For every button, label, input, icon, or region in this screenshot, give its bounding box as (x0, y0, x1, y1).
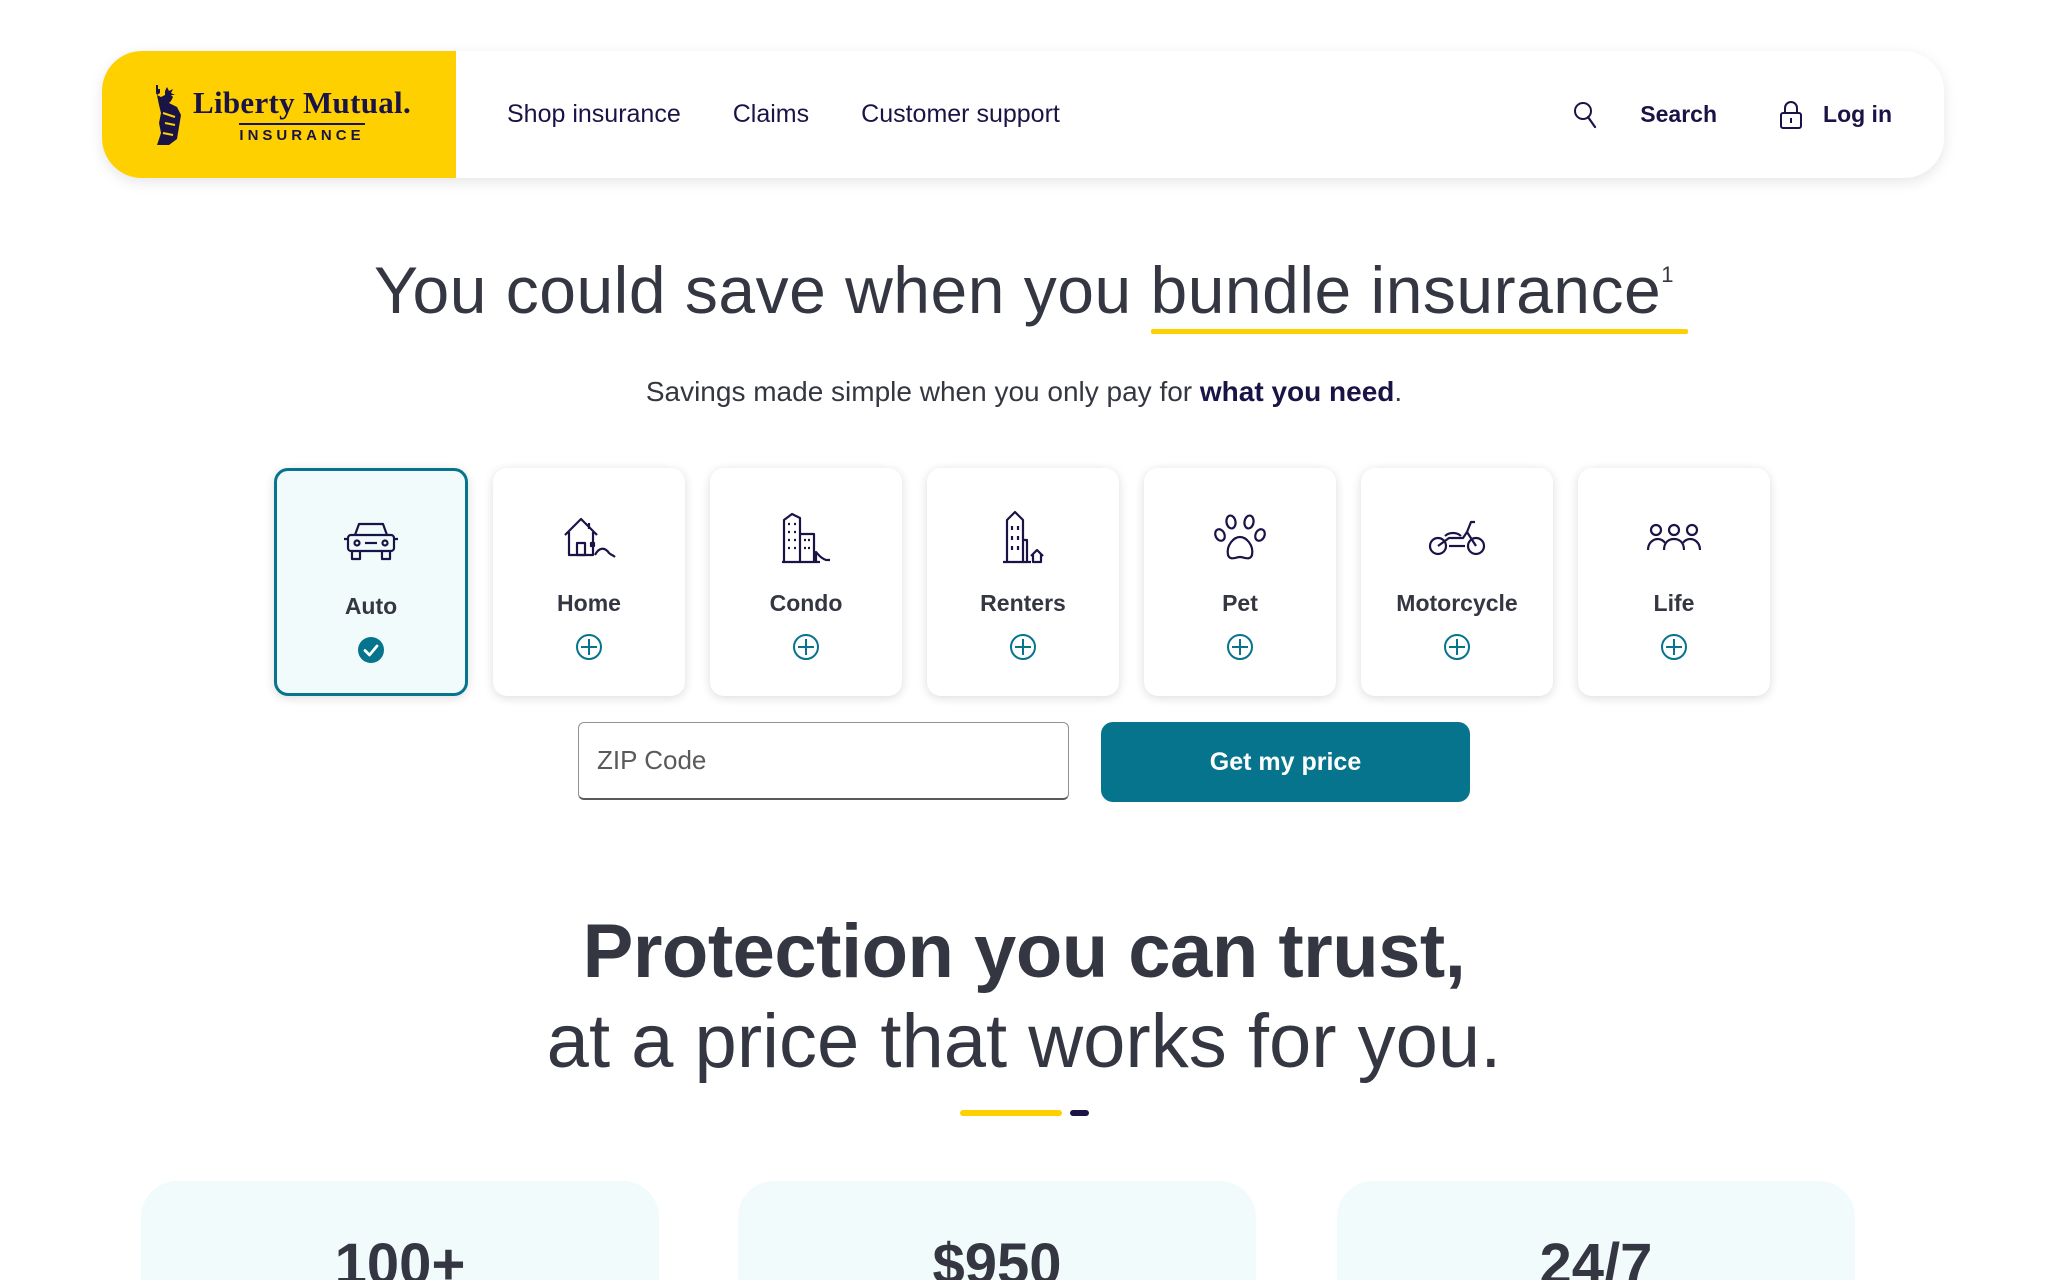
product-card-home[interactable]: Home (493, 468, 685, 696)
yellow-divider (960, 1110, 1062, 1116)
stat-card: $950 (738, 1181, 1256, 1280)
stat-value: 100+ (334, 1232, 466, 1280)
login-label: Log in (1823, 101, 1892, 127)
product-card-pet[interactable]: Pet (1144, 468, 1336, 696)
product-label: Home (557, 590, 621, 616)
product-card-life[interactable]: Life (1578, 468, 1770, 696)
plus-circle-icon (1009, 633, 1037, 661)
statue-of-liberty-icon (155, 84, 181, 145)
condo-building-icon (780, 508, 832, 568)
navy-divider-dot (1070, 1110, 1089, 1116)
stat-value: 24/7 (1539, 1232, 1653, 1280)
login-button[interactable]: Log in (1779, 100, 1892, 130)
hero-title-highlight-text: bundle insurance (1150, 253, 1662, 327)
hero-title: You could save when you bundle insurance… (0, 252, 2048, 334)
stat-card: 100+ (141, 1181, 659, 1280)
people-icon (1646, 508, 1702, 568)
search-label: Search (1640, 101, 1718, 127)
logo-subtitle: INSURANCE (239, 123, 365, 144)
main-nav: Shop insurance Claims Customer support (507, 100, 1060, 129)
product-selector: Auto Home Condo Renters Pet Motorcycle L… (274, 468, 1770, 696)
plus-circle-icon (1226, 633, 1254, 661)
site-header: Liberty Mutual. INSURANCE Shop insurance… (102, 51, 1944, 178)
stat-card: 24/7 (1337, 1181, 1855, 1280)
stat-value: $950 (932, 1232, 1062, 1280)
car-icon (343, 511, 399, 571)
plus-circle-icon (792, 633, 820, 661)
motorcycle-icon (1427, 508, 1487, 568)
checkmark-icon (357, 636, 385, 664)
paw-icon (1212, 508, 1268, 568)
nav-customer-support[interactable]: Customer support (861, 100, 1060, 129)
hero-title-footnote[interactable]: 1 (1661, 262, 1674, 287)
hero-title-highlight: bundle insurance1 (1150, 252, 1689, 334)
logo-lockup: Liberty Mutual. INSURANCE (147, 83, 411, 147)
logo-wordmark: Liberty Mutual. INSURANCE (193, 85, 411, 144)
product-card-auto[interactable]: Auto (274, 468, 468, 696)
house-icon (561, 508, 617, 568)
hero-subtitle-suffix: . (1394, 376, 1403, 407)
renters-building-icon (999, 508, 1047, 568)
search-icon (1574, 101, 1597, 128)
liberty-mutual-logo[interactable]: Liberty Mutual. INSURANCE (102, 51, 456, 178)
zip-code-input[interactable] (578, 722, 1069, 800)
product-label: Life (1653, 590, 1695, 616)
lock-icon (1780, 100, 1803, 129)
product-card-motorcycle[interactable]: Motorcycle (1361, 468, 1553, 696)
trust-subheading: at a price that works for you. (546, 999, 1502, 1084)
hero-subtitle: Savings made simple when you only pay fo… (0, 376, 2048, 408)
product-label: Motorcycle (1396, 590, 1518, 616)
product-label: Auto (344, 593, 398, 619)
plus-circle-icon (1660, 633, 1688, 661)
hero-subtitle-bold: what you need (1199, 376, 1395, 407)
product-card-renters[interactable]: Renters (927, 468, 1119, 696)
search-button[interactable]: Search (1572, 100, 1717, 130)
product-label: Pet (1222, 590, 1258, 616)
trust-heading: Protection you can trust, (582, 909, 1466, 994)
product-label: Condo (769, 590, 843, 616)
plus-circle-icon (1443, 633, 1471, 661)
logo-brand-name: Liberty Mutual. (192, 85, 412, 120)
hero-title-prefix: You could save when you (374, 253, 1151, 327)
page: Liberty Mutual. INSURANCE Shop insurance… (0, 0, 2048, 1280)
nav-claims[interactable]: Claims (733, 100, 809, 129)
nav-shop-insurance[interactable]: Shop insurance (507, 100, 681, 129)
get-my-price-button[interactable]: Get my price (1101, 722, 1470, 802)
product-label: Renters (980, 590, 1066, 616)
hero-subtitle-prefix: Savings made simple when you only pay fo… (645, 376, 1200, 407)
plus-circle-icon (575, 633, 603, 661)
product-card-condo[interactable]: Condo (710, 468, 902, 696)
header-actions: Search Log in (1572, 100, 1892, 130)
